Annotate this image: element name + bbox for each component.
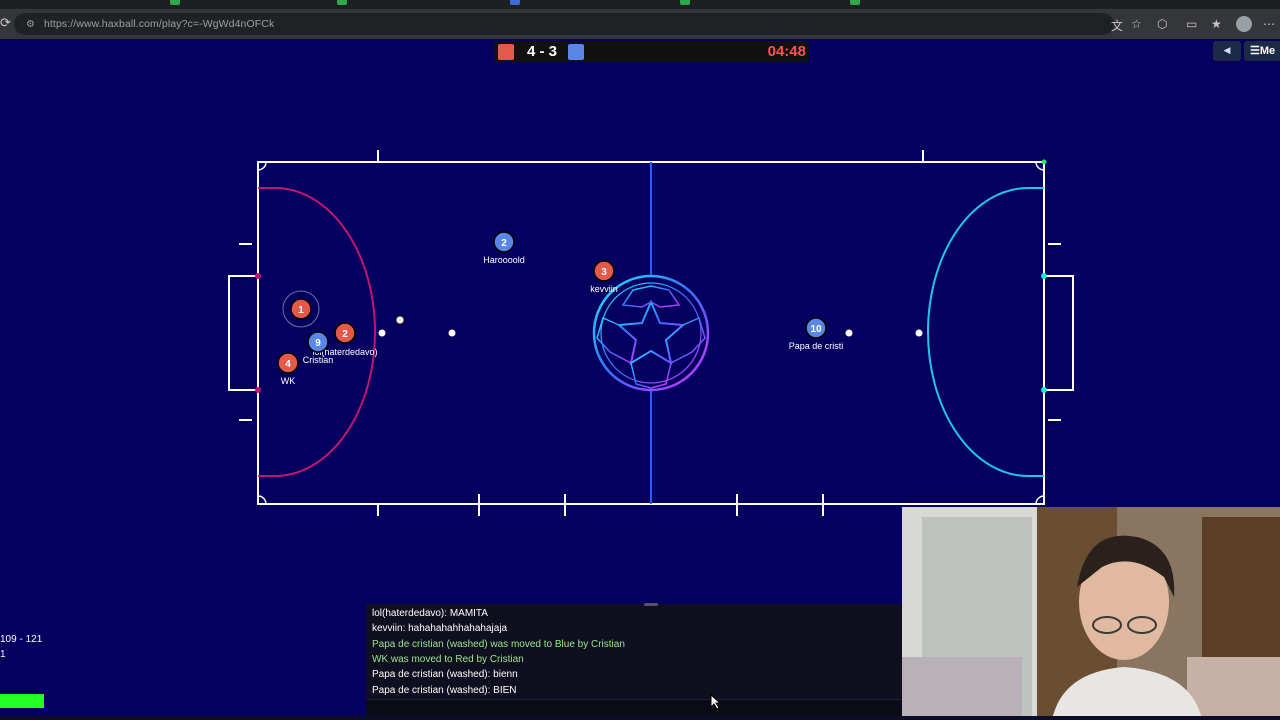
stats-line-fps: 109 - 121 (0, 634, 43, 645)
player-name: kevviin (590, 284, 618, 294)
corner-arc (257, 161, 267, 171)
player-number: 2 (501, 238, 507, 249)
field-spot (378, 329, 386, 337)
chat-input[interactable] (366, 699, 902, 716)
bottom-strip (0, 716, 1280, 720)
webcam-image (902, 507, 1280, 720)
player-number: 9 (315, 338, 321, 349)
blue-goal (1044, 275, 1074, 391)
player-number: 10 (810, 324, 822, 335)
player-number: 1 (298, 305, 304, 316)
red-goal-post (255, 387, 261, 393)
player-blue-2: 2 Haroooold (483, 231, 525, 265)
corner-arc (1035, 495, 1045, 505)
field-spot (845, 329, 853, 337)
player-red-1: 1 (282, 290, 320, 328)
player-blue-10: 10 Papa de cristi (789, 317, 844, 351)
game-ball (395, 315, 405, 325)
field-spot (448, 329, 456, 337)
chat-resize-handle[interactable] (644, 603, 658, 606)
red-goal (228, 275, 258, 391)
player-name: Cristian (303, 355, 334, 365)
player-number: 2 (342, 329, 348, 340)
player-name: Haroooold (483, 255, 525, 265)
player-number: 3 (601, 267, 607, 278)
chat-message: lol(haterdedavo): MAMITA (372, 608, 488, 619)
stats-line-ping: 1 (0, 649, 6, 660)
chat-message: Papa de cristian (washed): BIEN (372, 684, 517, 696)
blue-goal-post (1041, 387, 1047, 393)
corner-marker (1041, 159, 1047, 165)
player-number: 4 (285, 359, 291, 370)
mouse-cursor-icon (710, 694, 722, 710)
player-name: WK (281, 376, 296, 386)
player-name: Papa de cristi (789, 341, 844, 351)
chat-system-message: WK was moved to Red by Cristian (372, 653, 524, 665)
red-goal-post (255, 273, 261, 279)
chat-system-message: Papa de cristian (washed) was moved to B… (372, 638, 625, 650)
chat-message: kevviin: hahahahahhahahajaja (372, 623, 508, 635)
blue-goal-post (1041, 273, 1047, 279)
blue-penalty-area (927, 187, 1044, 477)
webcam-overlay (902, 507, 1280, 720)
field-spot (915, 329, 923, 337)
player-red-3: 3 kevviin (590, 260, 618, 294)
corner-arc (257, 495, 267, 505)
player-red-4: 4 WK (277, 352, 299, 386)
chat-message: Papa de cristian (washed): bienn (372, 669, 518, 681)
ping-graph (0, 694, 44, 708)
